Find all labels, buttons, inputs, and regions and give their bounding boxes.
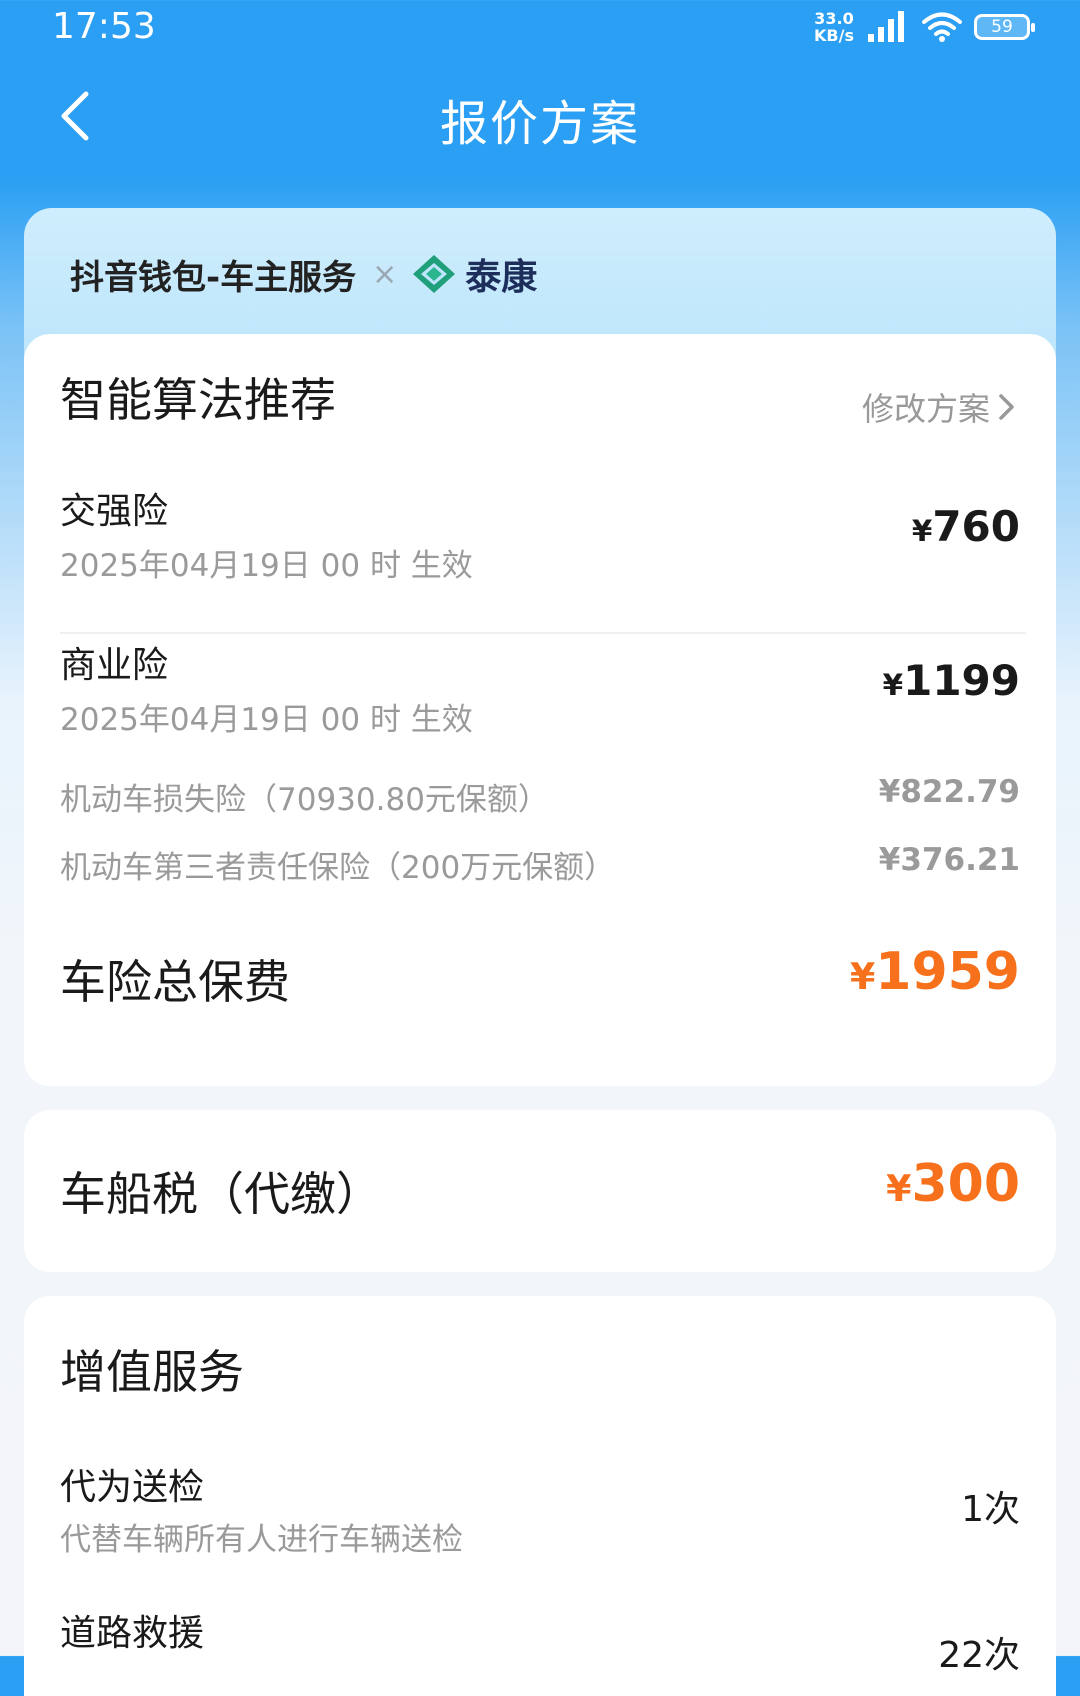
signal-icon [868,11,904,42]
vehicle-tax-label: 车船税（代缴） [60,1167,382,1221]
chevron-right-icon [999,394,1014,420]
service-item-count: 1次 [961,1489,1020,1530]
battery-icon: 59 [974,14,1035,40]
compulsory-price: ¥760 [911,502,1020,551]
service-item-desc: 代替车辆所有人进行车辆送检 [60,1522,463,1558]
coverage-item-price: ¥822.79 [878,774,1020,810]
coverage-item-label: 机动车第三者责任保险（200万元保额） [60,850,616,886]
edit-plan-link[interactable]: 修改方案 [862,384,1018,430]
brand-row: 抖音钱包-车主服务 × 泰康 [70,248,537,300]
coverage-item-label: 机动车损失险（70930.80元保额） [60,782,549,818]
insurer-logo: 泰康 [411,248,537,300]
total-premium-price: ¥1959 [849,942,1020,1002]
nav-bar: 报价方案 [0,56,1080,176]
value-added-services-card: 增值服务 代为送检 代替车辆所有人进行车辆送检 1次 道路救援 22次 [24,1296,1056,1696]
compulsory-insurance-name: 交强险 [60,491,169,532]
recommendation-card: 智能算法推荐 修改方案 交强险 2025年04月19日 00 时 生效 ¥760… [24,334,1056,1086]
brand-separator: × [372,256,398,292]
edit-plan-label: 修改方案 [861,390,990,428]
insurer-name: 泰康 [465,256,538,298]
partner-name: 抖音钱包-车主服务 [70,257,357,298]
recommendation-title: 智能算法推荐 [60,373,336,427]
coverage-item-price: ¥376.21 [878,842,1020,878]
divider [60,632,1026,634]
wifi-icon [922,12,962,42]
commercial-effective-date: 2025年04月19日 00 时 生效 [60,702,473,738]
service-item-name: 道路救援 [60,1613,205,1654]
taikang-logo-icon [413,255,456,293]
services-title: 增值服务 [60,1345,244,1399]
commercial-price: ¥1199 [882,656,1020,705]
commercial-insurance-name: 商业险 [60,645,169,686]
status-indicators: 33.0 KB/s 59 [814,9,1035,45]
vehicle-tax-price: ¥300 [886,1154,1020,1214]
network-speed: 33.0 KB/s [814,9,854,45]
status-time: 17:53 [52,6,156,47]
vehicle-tax-card: 车船税（代缴） ¥300 [24,1110,1056,1272]
service-item-count: 22次 [938,1635,1020,1676]
status-bar: 17:53 33.0 KB/s 59 [0,0,1080,56]
page-title: 报价方案 [439,96,640,152]
total-premium-label: 车险总保费 [60,955,290,1009]
service-item-name: 代为送检 [60,1467,205,1508]
compulsory-effective-date: 2025年04月19日 00 时 生效 [60,548,473,584]
